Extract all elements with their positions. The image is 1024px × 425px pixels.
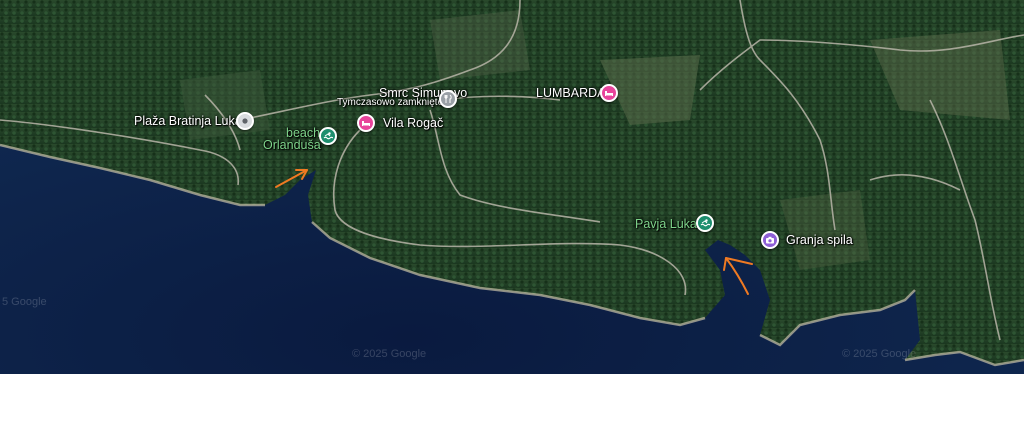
watermark-center: © 2025 Google xyxy=(352,348,427,360)
satellite-map[interactable]: 5 Google © 2025 Google © 2025 Google Pla… xyxy=(0,0,1024,374)
map-terrain xyxy=(0,0,1024,374)
hotel-pin-icon[interactable] xyxy=(600,84,618,102)
watermark-right: © 2025 Google xyxy=(842,348,917,360)
restaurant-pin-icon[interactable] xyxy=(439,90,457,108)
beach-pin-icon[interactable] xyxy=(236,112,254,130)
camera-pin-icon[interactable] xyxy=(761,231,779,249)
place-label-pavja-luka[interactable]: Pavja Luka xyxy=(635,217,697,231)
place-label-lumbarda[interactable]: LUMBARDA xyxy=(536,86,605,100)
place-label-granja-spila[interactable]: Granja spila xyxy=(786,233,853,247)
page: 5 Google © 2025 Google © 2025 Google Pla… xyxy=(0,0,1024,425)
watermark-left: 5 Google xyxy=(2,296,47,308)
place-label-vila-rogac[interactable]: Vila Rogač xyxy=(383,116,443,130)
place-status-temporarily-closed: Tymczasowo zamknięte xyxy=(337,97,444,108)
place-label-beach-orlandusa-line2[interactable]: Orlanduša xyxy=(263,138,321,152)
place-label-plaza-bratinja-luka[interactable]: Plaža Bratinja Luka xyxy=(134,114,242,128)
hotel-pin-icon[interactable] xyxy=(357,114,375,132)
swim-pin-icon[interactable] xyxy=(319,127,337,145)
blank-bottom-area xyxy=(0,374,1024,425)
swim-pin-icon[interactable] xyxy=(696,214,714,232)
